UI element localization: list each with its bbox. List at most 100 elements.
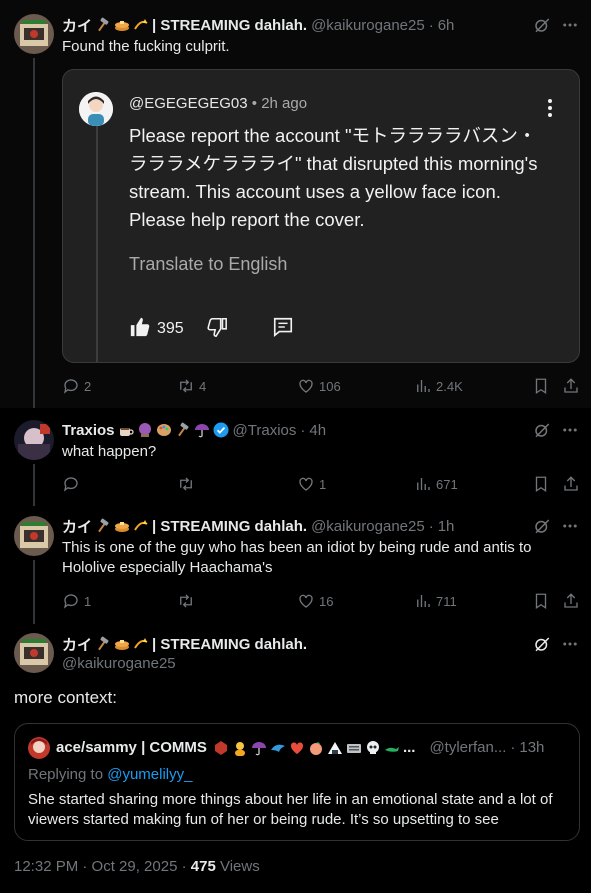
tweet-actions: 2 4 106 2.4K [62,375,582,397]
commenter-handle: @EGEGEGEG03 [129,95,248,112]
grok-icon[interactable] [533,421,551,439]
hammer-emoji-icon [95,17,111,33]
bookmark-button[interactable] [532,590,550,612]
reply-button[interactable]: 2 [62,375,91,397]
crystal-ball-emoji-icon [137,422,153,438]
reply-button[interactable]: 1 [62,590,91,612]
hammer-emoji-icon [175,422,191,438]
grok-icon[interactable] [533,517,551,535]
more-icon[interactable] [561,16,579,34]
kebab-menu-icon [547,98,553,118]
comment-time: 2h ago [261,95,308,112]
thread-connector [33,464,35,506]
more-icon[interactable] [561,635,579,653]
umbrella-emoji-icon [251,740,267,756]
embedded-media-card[interactable]: @EGEGEGEG03 • 2h ago Please report the a… [62,69,580,363]
like-button[interactable]: 16 [297,590,333,612]
tweet-text: what happen? [62,443,157,460]
grok-icon[interactable] [533,635,551,653]
display-name[interactable]: カイ | STREAMING dahlah. [62,634,307,655]
keyboard-emoji-icon [346,740,362,756]
umbrella-emoji-icon [194,422,210,438]
peach-emoji-icon [308,740,324,756]
views-button[interactable]: 711 [414,590,457,612]
tweet-text: Found the fucking culprit. [62,38,230,55]
tweet-timestamp[interactable]: 12:32 PM · Oct 29, 2025 · [14,858,191,875]
tweet-actions: 1 671 [62,473,582,495]
thread-connector [33,58,35,408]
views-button[interactable]: 671 [414,473,458,495]
views-button[interactable]: 2.4K [414,375,463,397]
like-button[interactable]: 1 [297,473,326,495]
retweet-button[interactable] [177,473,199,495]
avatar[interactable] [14,420,54,460]
views-count: 475 [190,858,216,875]
views-label: Views [215,858,260,875]
timestamp[interactable]: 4h [309,422,326,439]
separator: · [428,517,434,535]
dolphin-emoji-icon [270,740,286,756]
main-tweet-text: more context: [14,688,117,707]
quoted-handle: @tylerfan... [429,739,507,756]
tweet-top-icons [533,16,579,34]
comment-body: Please report the account "モトララララバスン・ラララ… [129,125,538,230]
retweet-button[interactable]: 4 [177,375,206,397]
separator: · [300,421,306,439]
thread-connector [33,560,35,624]
skull-emoji-icon [365,740,381,756]
dizzy-emoji-icon [133,636,149,652]
more-icon[interactable] [561,517,579,535]
comment-icon [272,316,294,343]
share-button[interactable] [562,375,580,397]
like-button[interactable]: 106 [297,375,341,397]
replying-to: Replying to @yumelilyy_ [28,766,193,783]
share-button[interactable] [562,473,580,495]
dice-emoji-icon [213,740,229,756]
separator: · [428,16,434,34]
tweet-text: This is one of the guy who has been an i… [62,539,532,576]
verified-badge-icon [213,422,229,438]
avatar[interactable] [14,516,54,556]
quoted-tweet[interactable]: ace/sammy | COMMS ... @tylerfan... · 13h… [14,723,580,841]
tweet-1[interactable]: カイ | STREAMING dahlah. @kaikurogane25 · … [0,0,591,408]
handle[interactable]: @kaikurogane25 [311,518,425,535]
comment-like-count: 395 [157,320,184,337]
person-emoji-icon [232,740,248,756]
handle[interactable]: @kaikurogane25 [311,17,425,34]
tweet-header: カイ | STREAMING dahlah. @kaikurogane25 · … [62,516,454,536]
share-button[interactable] [562,590,580,612]
comment-thread-line [96,122,98,362]
timestamp[interactable]: 6h [438,17,455,34]
palette-emoji-icon [156,422,172,438]
coffee-emoji-icon [118,422,134,438]
display-name[interactable]: Traxios [62,422,229,439]
pancake-emoji-icon [114,636,130,652]
more-icon[interactable] [561,421,579,439]
avatar[interactable] [14,14,54,54]
quoted-display-name: ace/sammy | COMMS ... [56,739,416,756]
separator: · [510,739,516,756]
thumbs-down-icon [206,316,228,343]
avatar[interactable] [14,633,54,673]
display-name[interactable]: カイ | STREAMING dahlah. [62,516,307,537]
dizzy-emoji-icon [133,17,149,33]
dizzy-emoji-icon [133,518,149,534]
timestamp[interactable]: 1h [438,518,455,535]
replying-to-mention[interactable]: @yumelilyy_ [107,766,192,783]
bookmark-button[interactable] [532,375,550,397]
bookmark-button[interactable] [532,473,550,495]
retweet-button[interactable] [177,590,199,612]
tweet-2[interactable]: Traxios @Traxios · 4h what happen? 1 671 [0,408,591,506]
tweet-3[interactable]: カイ | STREAMING dahlah. @kaikurogane25 · … [0,506,591,624]
quoted-text: She started sharing more things about he… [28,791,553,828]
reply-button[interactable] [62,473,84,495]
hammer-emoji-icon [95,518,111,534]
quoted-time: 13h [519,739,545,756]
quoted-header: ace/sammy | COMMS ... @tylerfan... · 13h [56,739,544,756]
quoted-avatar [28,737,50,759]
translate-link: Translate to English [129,254,288,274]
handle[interactable]: @Traxios [233,422,297,439]
handle[interactable]: @kaikurogane25 [62,655,176,672]
grok-icon[interactable] [533,16,551,34]
display-name[interactable]: カイ | STREAMING dahlah. [62,15,307,36]
